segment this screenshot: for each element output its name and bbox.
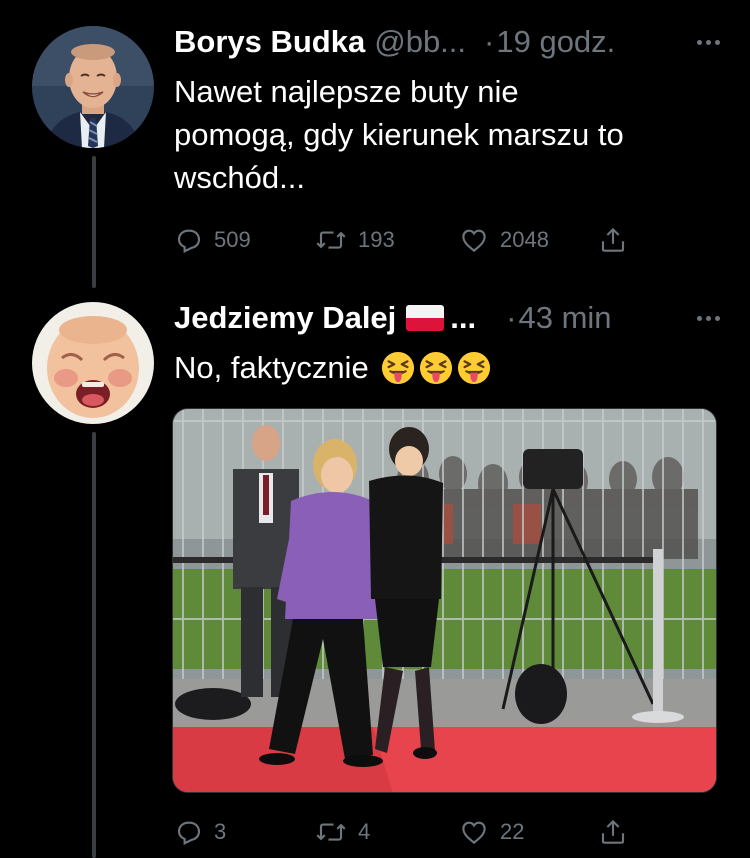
share-icon	[601, 819, 625, 844]
author-name[interactable]: Borys Budka	[174, 24, 365, 60]
tweet-1[interactable]: Borys Budka @bb... · 19 godz. Nawet najl…	[0, 0, 750, 290]
photo-scene	[173, 409, 716, 792]
author-handle[interactable]: @bb...	[374, 24, 466, 60]
reply-button[interactable]: 509	[174, 220, 251, 260]
like-icon	[462, 229, 486, 252]
more-icon[interactable]	[697, 298, 720, 338]
tweet-1-header: Borys Budka @bb... · 19 godz.	[174, 22, 720, 62]
reply-icon	[177, 229, 201, 253]
tweet-2-actions: 3 4 22	[174, 812, 644, 852]
tweet-text-line: No, faktycznie	[174, 350, 369, 385]
author-name[interactable]: Jedziemy Dalej	[174, 300, 396, 336]
tweet-text-line: pomogą, gdy kierunek marszu to	[174, 117, 624, 152]
avatar-crying-baby[interactable]	[32, 302, 154, 424]
meta-separator: ·	[506, 300, 517, 335]
retweet-count: 193	[358, 227, 395, 252]
squinting-tongue-emoji-icon	[419, 351, 452, 384]
like-button[interactable]: 2048	[458, 220, 549, 260]
tweet-timestamp[interactable]: 19 godz.	[496, 24, 615, 60]
like-button[interactable]: 22	[458, 812, 524, 852]
share-button[interactable]	[598, 220, 628, 260]
reply-icon	[177, 821, 201, 845]
tweet-2-header: Jedziemy Dalej ... · 43 min	[174, 298, 720, 338]
squinting-tongue-emoji-icon	[381, 351, 414, 384]
tweet-photo[interactable]	[172, 408, 717, 793]
retweet-icon	[316, 231, 346, 249]
squinting-tongue-emoji-icon	[457, 351, 490, 384]
reply-count: 509	[214, 227, 251, 252]
poland-flag-icon	[406, 305, 445, 331]
retweet-icon	[316, 823, 346, 841]
share-button[interactable]	[598, 812, 628, 852]
meta-separator: ·	[484, 24, 495, 59]
avatar-borys-budka[interactable]	[32, 26, 154, 148]
share-icon	[601, 227, 625, 252]
retweet-count: 4	[358, 819, 371, 844]
tweet-2-text: No, faktycznie	[174, 346, 714, 389]
like-count: 2048	[500, 227, 549, 252]
more-icon[interactable]	[697, 22, 720, 62]
tweet-1-text: Nawet najlepsze buty nie pomogą, gdy kie…	[174, 70, 714, 199]
tweet-1-actions: 509 193 2048	[174, 220, 644, 260]
author-name-ellipsis: ...	[450, 300, 477, 335]
retweet-button[interactable]: 193	[314, 220, 395, 260]
like-count: 22	[500, 819, 525, 844]
reply-count: 3	[214, 819, 227, 844]
retweet-button[interactable]: 4	[314, 812, 370, 852]
tweet-text-line: Nawet najlepsze buty nie	[174, 74, 519, 109]
reply-button[interactable]: 3	[174, 812, 226, 852]
tweet-timestamp[interactable]: 43 min	[518, 300, 611, 336]
like-icon	[462, 821, 486, 844]
tweet-text-line: wschód...	[174, 160, 305, 195]
